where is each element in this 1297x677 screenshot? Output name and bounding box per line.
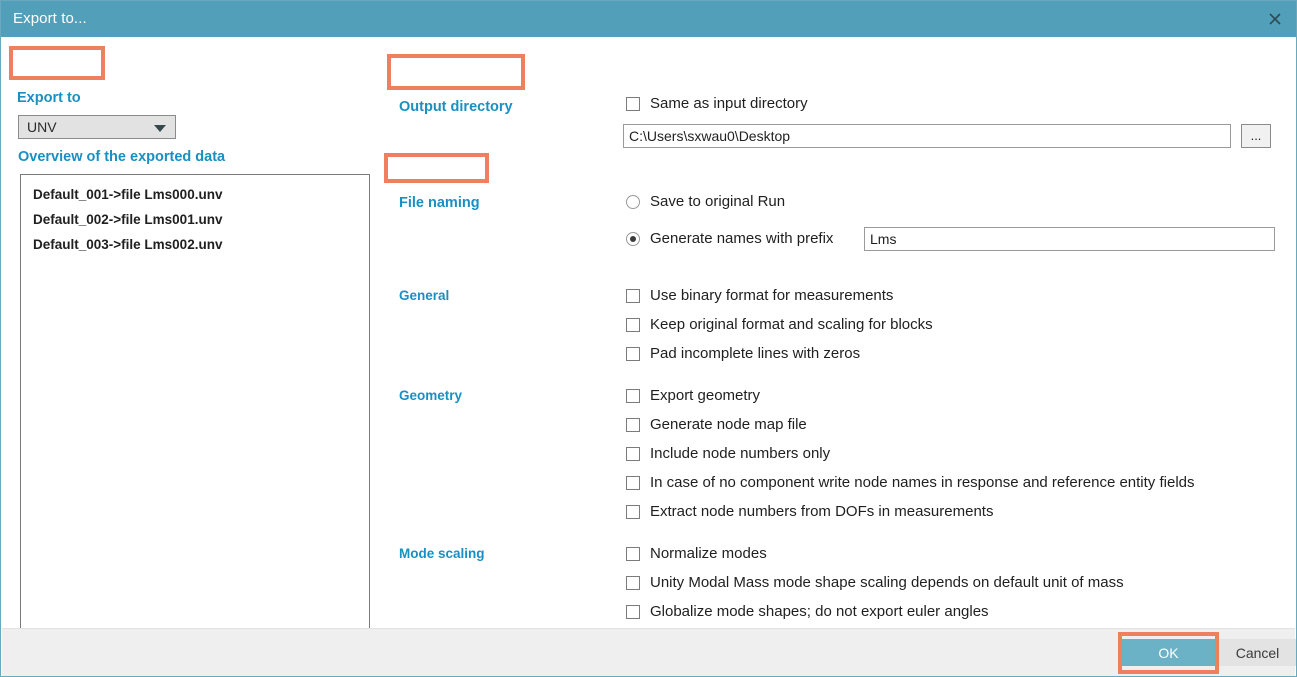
save-original-run-label: Save to original Run: [650, 193, 786, 210]
pad-incomplete-lines-row[interactable]: Pad incomplete lines with zeros: [626, 344, 860, 364]
globalize-mode-shapes-row[interactable]: Globalize mode shapes; do not export eul…: [626, 602, 989, 622]
use-binary-format-label: Use binary format for measurements: [650, 287, 894, 304]
unity-modal-mass-row[interactable]: Unity Modal Mass mode shape scaling depe…: [626, 573, 1124, 593]
include-node-numbers-label: Include node numbers only: [650, 445, 831, 462]
unity-modal-mass-label: Unity Modal Mass mode shape scaling depe…: [650, 574, 1124, 591]
dialog-footer: [2, 628, 1295, 676]
export-format-value: UNV: [27, 119, 57, 135]
globalize-mode-shapes-checkbox[interactable]: [626, 605, 640, 619]
use-binary-format-row[interactable]: Use binary format for measurements: [626, 286, 893, 306]
pad-incomplete-lines-label: Pad incomplete lines with zeros: [650, 345, 861, 362]
export-geometry-row[interactable]: Export geometry: [626, 386, 760, 406]
normalize-modes-label: Normalize modes: [650, 545, 767, 562]
chevron-down-icon: [154, 125, 166, 132]
generate-node-map-checkbox[interactable]: [626, 418, 640, 432]
close-icon[interactable]: [1252, 1, 1296, 37]
ok-button[interactable]: OK: [1122, 639, 1215, 666]
cancel-button[interactable]: Cancel: [1219, 639, 1296, 666]
geometry-heading: Geometry: [399, 388, 463, 403]
save-original-run-radio[interactable]: [626, 195, 640, 209]
pad-incomplete-lines-checkbox[interactable]: [626, 347, 640, 361]
include-node-numbers-row[interactable]: Include node numbers only: [626, 444, 830, 464]
generate-prefix-radio[interactable]: [626, 232, 640, 246]
unity-modal-mass-checkbox[interactable]: [626, 576, 640, 590]
mode-scaling-heading: Mode scaling: [399, 546, 485, 561]
no-component-node-names-row[interactable]: In case of no component write node names…: [626, 473, 1195, 493]
overview-heading: Overview of the exported data: [18, 149, 226, 165]
no-component-node-names-label: In case of no component write node names…: [650, 474, 1195, 491]
same-as-input-row[interactable]: Same as input directory: [626, 94, 808, 114]
generate-prefix-row[interactable]: Generate names with prefix: [626, 229, 833, 249]
extract-node-numbers-checkbox[interactable]: [626, 505, 640, 519]
export-to-heading: Export to: [17, 90, 81, 106]
keep-original-format-row[interactable]: Keep original format and scaling for blo…: [626, 315, 933, 335]
normalize-modes-row[interactable]: Normalize modes: [626, 544, 767, 564]
keep-original-format-label: Keep original format and scaling for blo…: [650, 316, 933, 333]
no-component-node-names-checkbox[interactable]: [626, 476, 640, 490]
general-heading: General: [399, 288, 450, 303]
export-geometry-checkbox[interactable]: [626, 389, 640, 403]
output-directory-heading: Output directory: [399, 99, 513, 115]
same-as-input-checkbox[interactable]: [626, 97, 640, 111]
save-original-run-row[interactable]: Save to original Run: [626, 192, 785, 212]
include-node-numbers-checkbox[interactable]: [626, 447, 640, 461]
output-directory-input[interactable]: [623, 124, 1231, 148]
generate-node-map-label: Generate node map file: [650, 416, 807, 433]
file-naming-heading: File naming: [399, 195, 480, 211]
same-as-input-label: Same as input directory: [650, 95, 808, 112]
extract-node-numbers-label: Extract node numbers from DOFs in measur…: [650, 503, 994, 520]
normalize-modes-checkbox[interactable]: [626, 547, 640, 561]
generate-prefix-label: Generate names with prefix: [650, 230, 834, 247]
keep-original-format-checkbox[interactable]: [626, 318, 640, 332]
globalize-mode-shapes-label: Globalize mode shapes; do not export eul…: [650, 603, 989, 620]
title-bar: Export to...: [1, 1, 1296, 37]
list-item[interactable]: Default_002->file Lms001.unv: [21, 207, 369, 232]
prefix-input[interactable]: [864, 227, 1275, 251]
dialog-body: Export to UNV Overview of the exported d…: [2, 37, 1295, 649]
list-item[interactable]: Default_003->file Lms002.unv: [21, 232, 369, 257]
list-item[interactable]: Default_001->file Lms000.unv: [21, 182, 369, 207]
export-dialog: Export to... Export to UNV Overview of t…: [0, 0, 1297, 677]
extract-node-numbers-row[interactable]: Extract node numbers from DOFs in measur…: [626, 502, 993, 522]
generate-node-map-row[interactable]: Generate node map file: [626, 415, 807, 435]
export-geometry-label: Export geometry: [650, 387, 761, 404]
exported-data-list[interactable]: Default_001->file Lms000.unv Default_002…: [20, 174, 370, 649]
window-title: Export to...: [13, 10, 87, 27]
browse-directory-button[interactable]: ...: [1241, 124, 1271, 148]
export-format-select[interactable]: UNV: [18, 115, 176, 139]
use-binary-format-checkbox[interactable]: [626, 289, 640, 303]
